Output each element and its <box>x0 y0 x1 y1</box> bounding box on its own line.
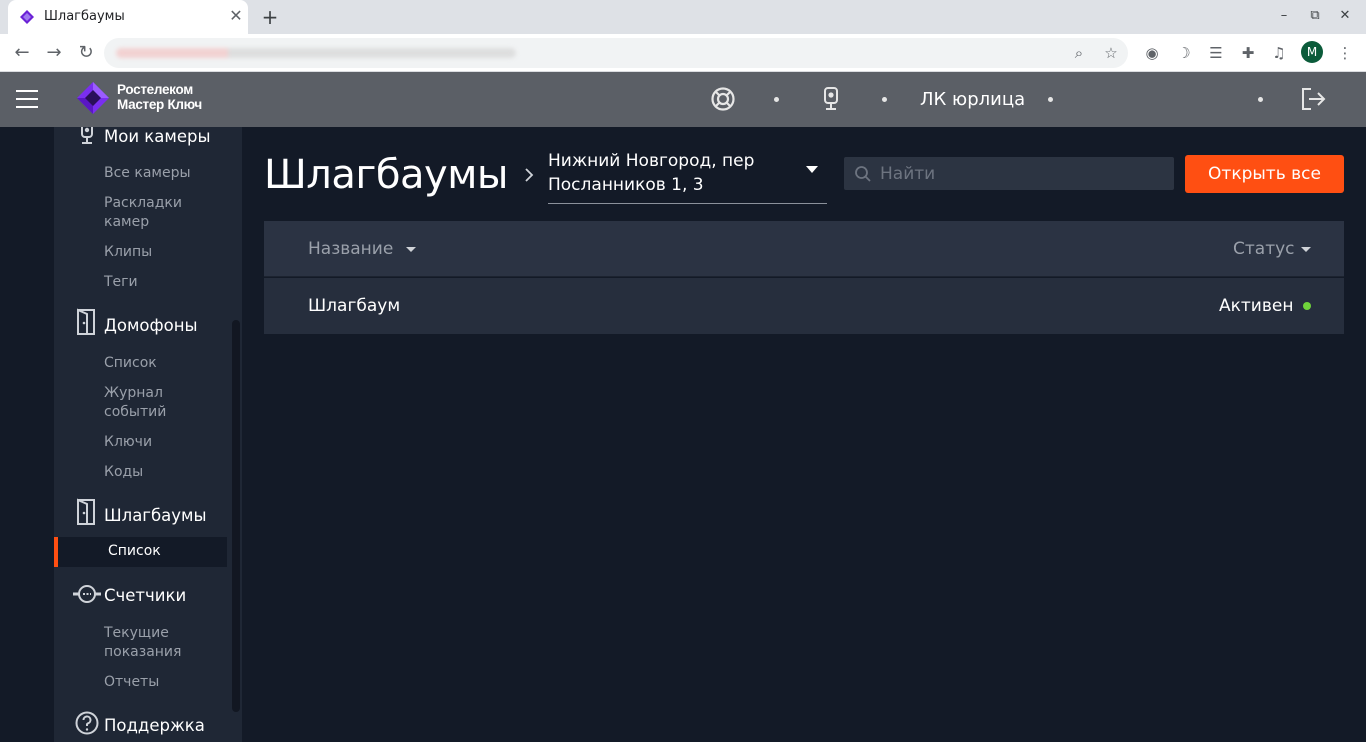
logo-line1: Ростелеком <box>117 82 193 97</box>
column-header-status[interactable]: Статус <box>1233 239 1295 259</box>
minimize-icon[interactable]: – <box>1275 8 1293 23</box>
account-label[interactable]: ЛК юрлица <box>920 89 1025 110</box>
sidebar-item-tags[interactable]: Теги <box>104 273 224 292</box>
sidebar-section-barriers[interactable]: Шлагбаумы <box>104 506 207 525</box>
sidebar-item-label: Список <box>108 543 161 559</box>
camera-icon[interactable] <box>818 86 844 112</box>
sidebar-left-strip <box>0 127 54 742</box>
browser-toolbar: ← → ↻ ⌕ ☆ ◉ ☽ ☰ ✚ ♫ M ⋮ <box>0 34 1366 72</box>
extensions-puzzle-icon[interactable]: ✚ <box>1238 43 1258 63</box>
address-select[interactable]: Нижний Новгород, пер Посланников 1, 3 <box>548 149 827 204</box>
menu-icon[interactable] <box>16 90 38 108</box>
sidebar-item-reports[interactable]: Отчеты <box>104 673 224 692</box>
sort-caret-icon[interactable] <box>406 247 416 252</box>
bookmark-star-icon[interactable]: ☆ <box>1101 43 1121 63</box>
logo-icon[interactable] <box>76 81 110 115</box>
header-separator-dot <box>882 97 887 102</box>
camera-icon <box>81 127 93 144</box>
logout-icon[interactable] <box>1300 86 1326 112</box>
sidebar-item-event-log[interactable]: Журнал событий <box>104 384 224 422</box>
app-header: Ростелеком Мастер Ключ ЛК юрлица <box>0 72 1366 127</box>
restore-icon[interactable]: ⧉ <box>1306 8 1324 23</box>
reload-icon[interactable]: ↻ <box>75 42 97 64</box>
header-separator-dot <box>1258 97 1263 102</box>
sidebar-section-cameras[interactable]: Мои камеры <box>104 127 210 146</box>
sidebar-item-all-cameras[interactable]: Все камеры <box>104 164 224 183</box>
forward-icon[interactable]: → <box>43 42 65 64</box>
tab-close-icon[interactable]: ✕ <box>226 6 246 26</box>
sidebar-item-current-readings[interactable]: Текущие показания <box>104 624 224 662</box>
sidebar-section-support[interactable]: Поддержка <box>104 716 205 735</box>
help-icon <box>75 711 99 735</box>
header-separator-dot <box>1048 97 1053 102</box>
back-icon[interactable]: ← <box>11 42 33 64</box>
search-box[interactable] <box>844 157 1174 190</box>
door-icon <box>77 308 95 335</box>
sort-caret-icon[interactable] <box>1301 247 1311 252</box>
header-separator-dot <box>774 97 779 102</box>
open-all-button[interactable]: Открыть все <box>1185 155 1344 193</box>
sidebar-item-intercom-list[interactable]: Список <box>104 354 224 373</box>
chevron-right-icon <box>525 168 534 182</box>
sidebar-item-clips[interactable]: Клипы <box>104 243 224 262</box>
address-bar[interactable]: ⌕ ☆ <box>104 38 1128 68</box>
profile-avatar[interactable]: M <box>1301 41 1323 63</box>
sidebar-item-codes[interactable]: Коды <box>104 463 224 482</box>
extension-icon[interactable]: ◉ <box>1142 43 1162 63</box>
url-text-blurred <box>116 48 516 58</box>
support-lifebuoy-icon[interactable] <box>710 86 736 112</box>
extension-list-icon[interactable]: ☰ <box>1206 43 1226 63</box>
tab-title: Шлагбаумы <box>44 9 125 24</box>
address-select-value: Нижний Новгород, пер Посланников 1, 3 <box>548 151 755 195</box>
search-input[interactable] <box>880 161 1160 186</box>
sidebar-item-keys[interactable]: Ключи <box>104 433 224 452</box>
table-row[interactable]: Шлагбаум Активен <box>264 278 1344 334</box>
caret-down-icon <box>806 166 818 173</box>
table-header: Название Статус <box>264 221 1344 277</box>
cell-status: Активен <box>1219 296 1294 316</box>
sidebar: Мои камеры Все камеры Раскладки камер Кл… <box>54 127 242 742</box>
sidebar-item-camera-layouts[interactable]: Раскладки камер <box>104 194 224 232</box>
sidebar-section-intercoms[interactable]: Домофоны <box>104 316 198 335</box>
barriers-table: Название Статус Шлагбаум Активен <box>264 221 1344 334</box>
logo-text[interactable]: Ростелеком Мастер Ключ <box>117 82 202 112</box>
window-close-icon[interactable]: ✕ <box>1336 8 1354 23</box>
favicon-icon <box>20 10 34 24</box>
browser-tabbar: Шлагбаумы ✕ + – ⧉ ✕ <box>0 0 1366 34</box>
door-icon <box>77 498 95 525</box>
sidebar-scrollbar[interactable] <box>232 320 240 712</box>
logo-line2: Мастер Ключ <box>117 97 202 112</box>
status-active-dot <box>1303 302 1311 310</box>
media-control-icon[interactable]: ♫ <box>1269 43 1289 63</box>
page-title: Шлагбаумы <box>264 152 508 198</box>
cell-name: Шлагбаум <box>308 296 401 316</box>
sidebar-section-meters[interactable]: Счетчики <box>104 586 186 605</box>
column-header-name[interactable]: Название <box>308 239 393 259</box>
browser-menu-icon[interactable]: ⋮ <box>1335 43 1355 63</box>
extension-moon-icon[interactable]: ☽ <box>1174 43 1194 63</box>
sidebar-item-barrier-list[interactable]: Список <box>54 537 227 567</box>
search-icon <box>855 166 871 182</box>
meter-icon <box>73 585 101 603</box>
browser-tab[interactable]: Шлагбаумы ✕ <box>8 0 248 34</box>
new-tab-icon[interactable]: + <box>258 5 282 29</box>
zoom-icon[interactable]: ⌕ <box>1069 43 1089 63</box>
